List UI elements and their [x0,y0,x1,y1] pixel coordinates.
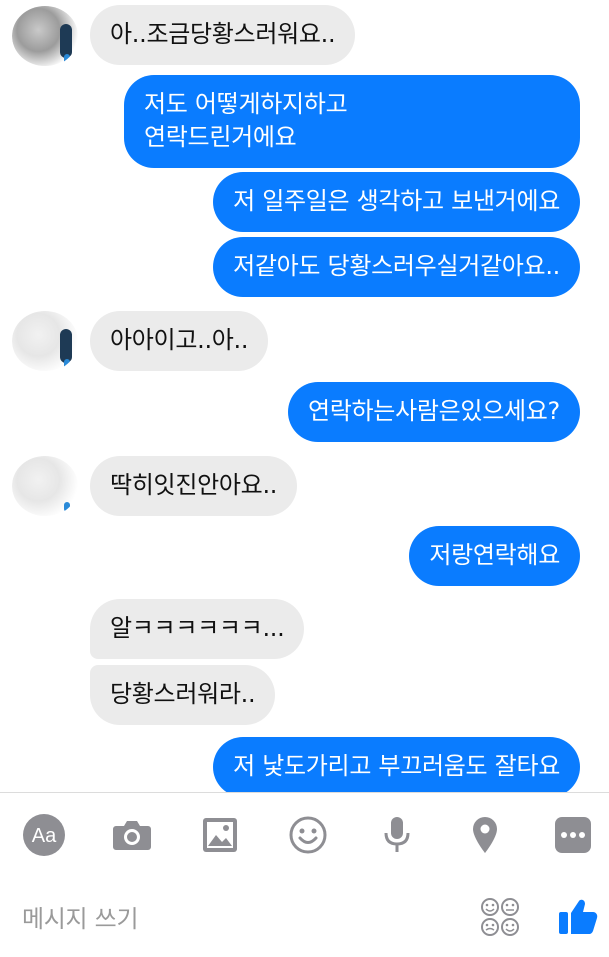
gallery-icon[interactable] [198,813,242,857]
message-bubble-outgoing[interactable]: 저랑연락해요 [409,526,580,586]
message-input[interactable]: 메시지 쓰기 [22,899,139,934]
composer-toolbar: Aa [0,793,609,877]
emoji-icon[interactable] [286,813,330,857]
contact-avatar[interactable] [12,456,78,516]
message-bubble-outgoing[interactable]: 연락하는사람은있으세요? [287,382,580,442]
sticker-icon[interactable] [478,895,522,939]
contact-avatar[interactable] [12,311,78,371]
thumbs-up-icon[interactable] [556,893,600,937]
message-bubble-incoming[interactable]: 아..조금당황스러워요.. [90,5,356,65]
camera-icon[interactable] [110,813,154,857]
message-composer: 메시지 쓰기 [0,877,609,957]
message-bubble-outgoing[interactable]: 저도 어떻게하지하고 연락드린거에요 [124,75,580,168]
message-bubble-outgoing[interactable]: 저 낯도가리고 부끄러움도 잘타요 [213,737,580,792]
message-bubble-incoming[interactable]: 알ㅋㅋㅋㅋㅋㅋ... [90,599,305,659]
message-bubble-outgoing[interactable]: 저 일주일은 생각하고 보낸거에요 [213,172,580,232]
more-icon[interactable] [551,813,595,857]
microphone-icon[interactable] [375,813,419,857]
message-bubble-incoming[interactable]: 딱히잇진안아요.. [90,456,298,516]
message-bubble-incoming[interactable]: 당황스러워라.. [90,665,276,725]
contact-avatar[interactable] [12,6,78,66]
message-bubble-outgoing[interactable]: 저같아도 당황스러우실거같아요.. [213,237,580,297]
text-format-label: Aa [32,825,57,847]
text-format-icon[interactable]: Aa [22,813,66,857]
message-bubble-incoming[interactable]: 아아이고..아.. [90,311,269,371]
location-icon[interactable] [463,813,507,857]
conversation-area[interactable]: 아..조금당황스러워요.. 저도 어떻게하지하고 연락드린거에요 저 일주일은 … [0,0,609,792]
